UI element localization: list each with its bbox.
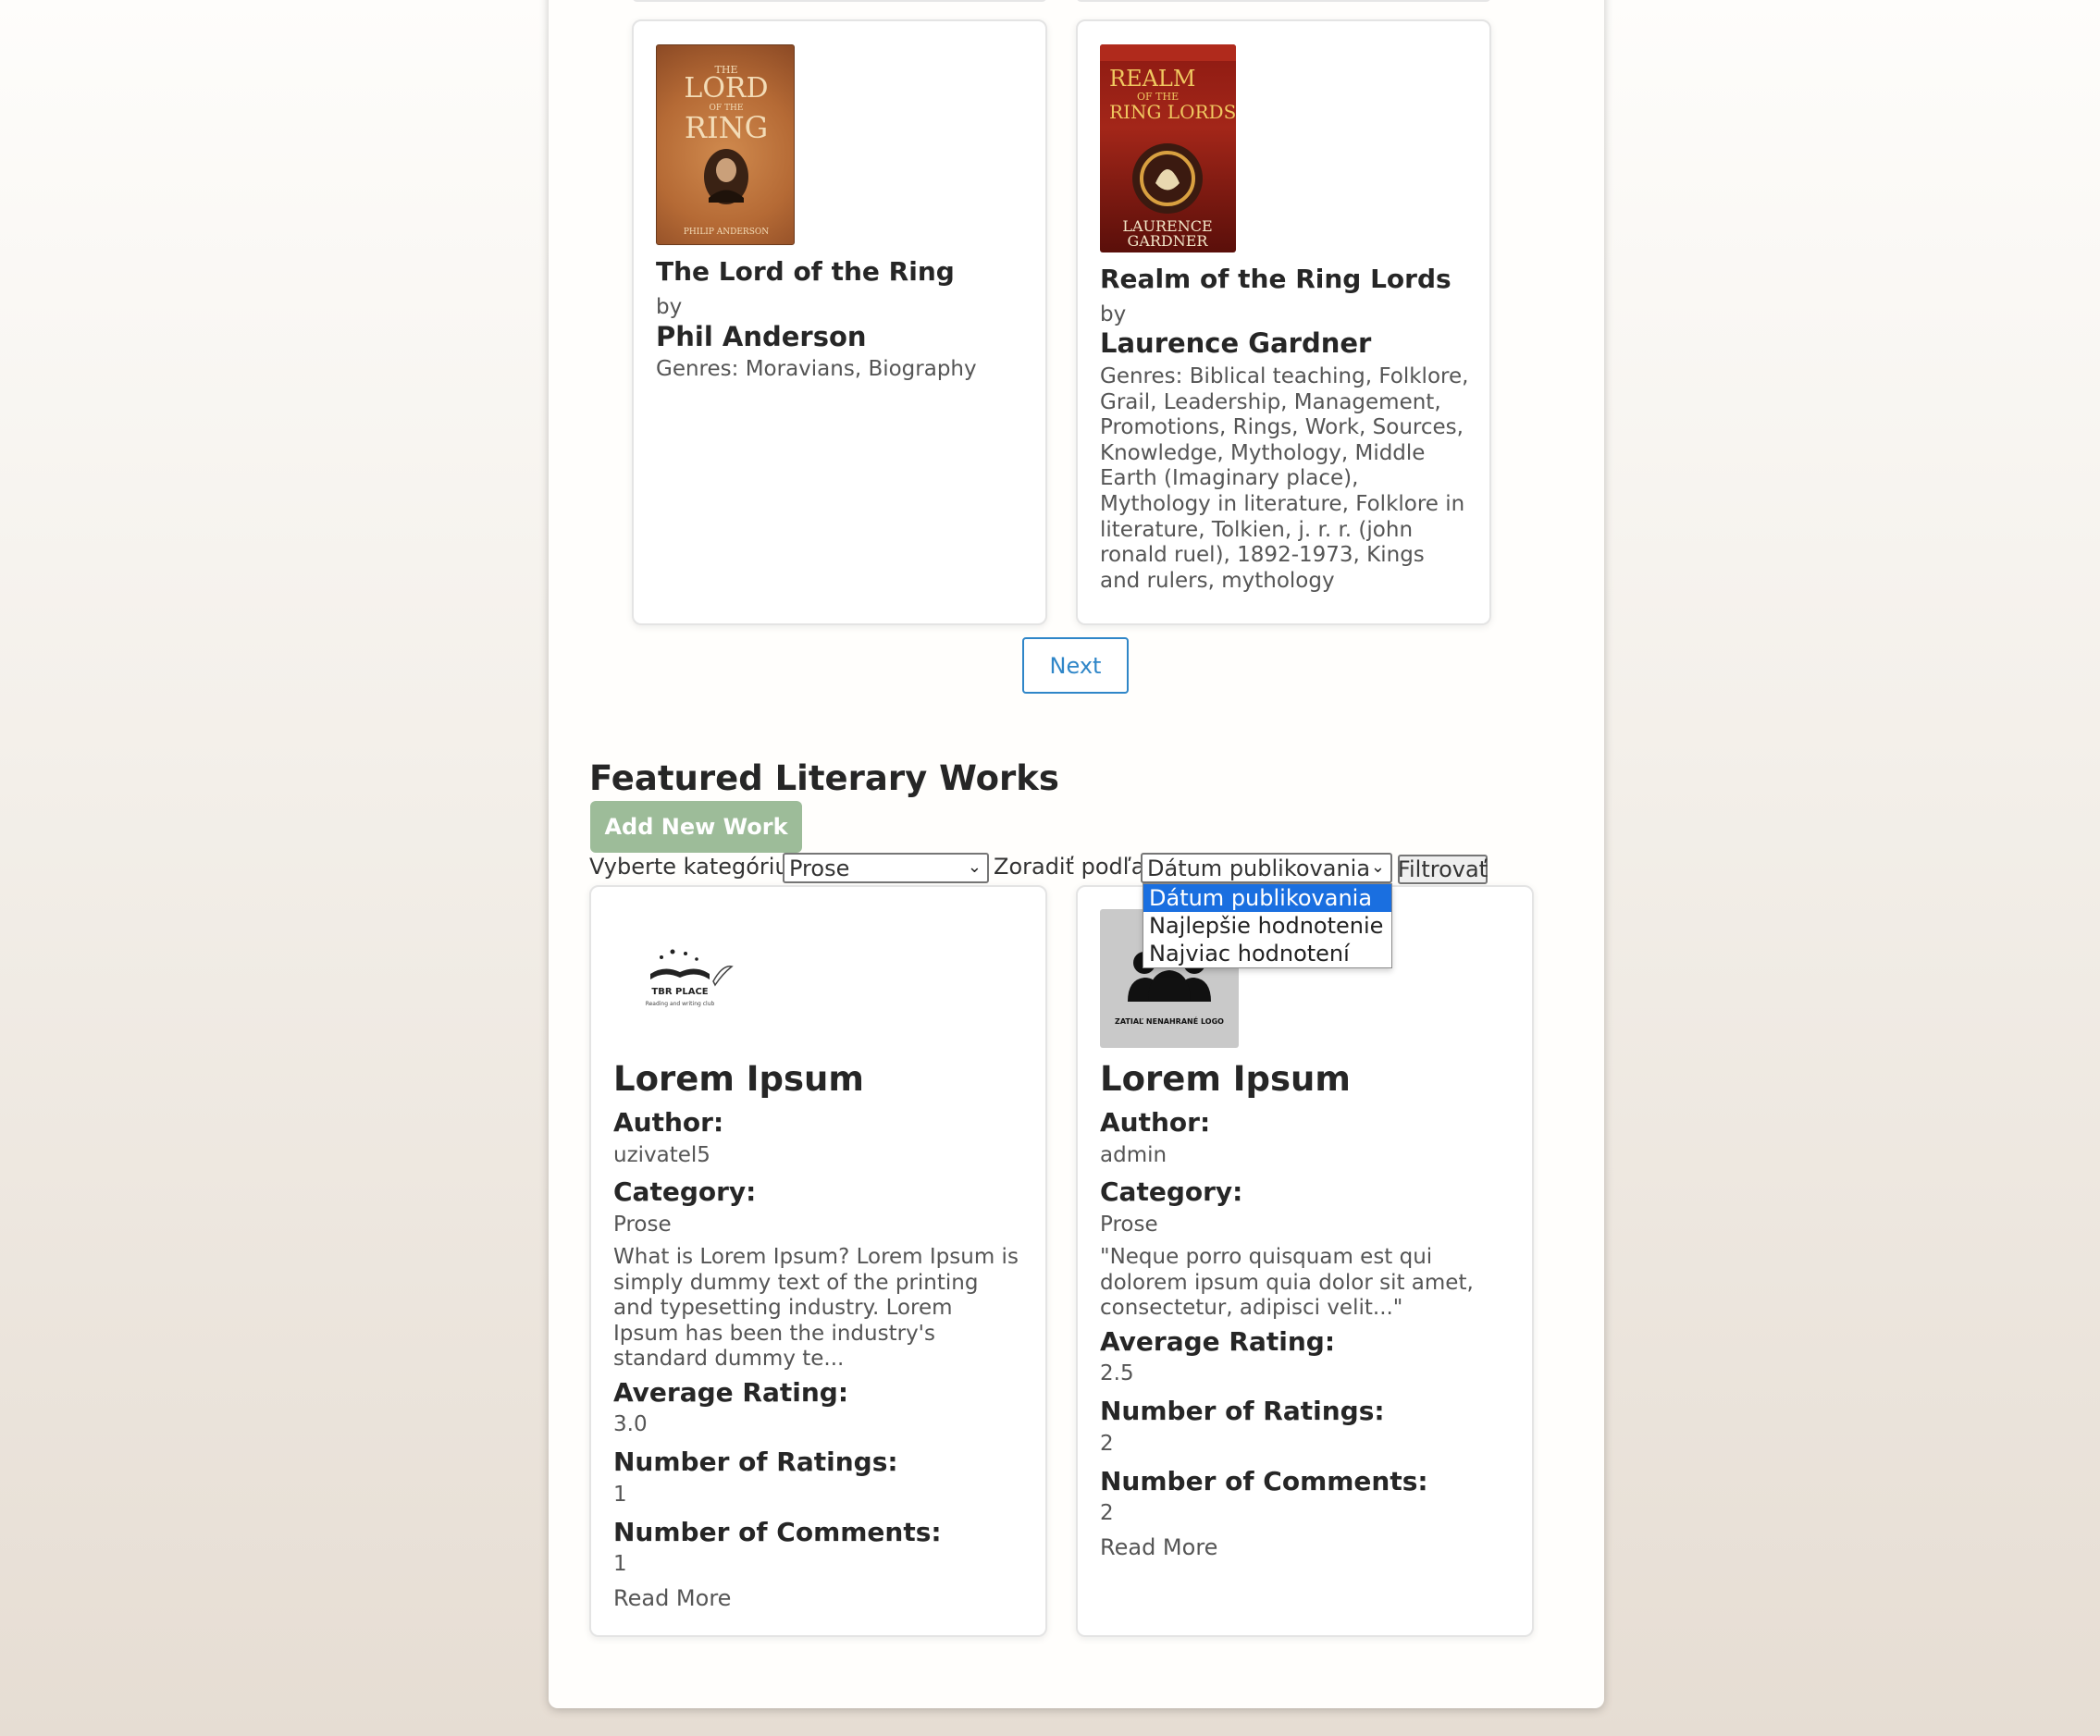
- book-cover-image: THE LORD OF THE RING PHILIP ANDERSON: [656, 44, 795, 245]
- work-category: Prose: [1100, 1213, 1158, 1237]
- book-card[interactable]: THE LORD OF THE RING PHILIP ANDERSON The…: [632, 19, 1047, 625]
- book-card[interactable]: REALM OF THE RING LORDS LAURENCE GARDNER…: [1076, 19, 1491, 625]
- logo-text: TBR PLACE: [651, 987, 708, 997]
- sort-select-value: Dátum publikovania: [1147, 855, 1371, 881]
- author-label: Author:: [1100, 1107, 1211, 1138]
- author-label: Author:: [613, 1107, 724, 1138]
- average-rating-label: Average Rating:: [1100, 1326, 1336, 1357]
- by-label: by: [1100, 302, 1127, 326]
- work-card[interactable]: ZATIAĽ NENAHRANÉ LOGO Lorem Ipsum Author…: [1076, 885, 1534, 1637]
- read-more-link[interactable]: Read More: [613, 1585, 731, 1611]
- add-new-work-button[interactable]: Add New Work: [590, 801, 802, 853]
- work-category: Prose: [613, 1213, 672, 1237]
- category-label: Category:: [613, 1176, 757, 1207]
- number-of-ratings-label: Number of Ratings:: [1100, 1396, 1385, 1426]
- work-logo: TBR PLACE Reading and writing club: [613, 909, 752, 1048]
- chevron-down-icon: ⌄: [1370, 857, 1385, 877]
- work-description: "Neque porro quisquam est qui dolorem ip…: [1100, 1245, 1474, 1321]
- category-select[interactable]: Prose ⌄: [783, 853, 989, 883]
- previous-card-edge: [1076, 0, 1491, 2]
- work-card[interactable]: TBR PLACE Reading and writing club Lorem…: [589, 885, 1047, 1637]
- cover-text: REALM: [1109, 66, 1195, 92]
- sort-select-label: Zoradiť podľa:: [994, 854, 1153, 880]
- filter-button[interactable]: Filtrovať: [1398, 855, 1488, 884]
- book-cover-image: REALM OF THE RING LORDS LAURENCE GARDNER: [1100, 44, 1236, 252]
- number-of-ratings-value: 2: [1100, 1432, 1114, 1456]
- cover-text: LORD: [684, 72, 768, 105]
- read-more-link[interactable]: Read More: [1100, 1534, 1217, 1560]
- average-rating-label: Average Rating:: [613, 1377, 849, 1408]
- work-description: What is Lorem Ipsum? Lorem Ipsum is simp…: [613, 1245, 1019, 1372]
- by-label: by: [656, 295, 683, 319]
- number-of-ratings-label: Number of Ratings:: [613, 1447, 898, 1477]
- work-author: uzivatel5: [613, 1143, 710, 1167]
- work-title: Lorem Ipsum: [613, 1059, 864, 1099]
- book-title[interactable]: The Lord of the Ring: [656, 256, 955, 287]
- category-select-value: Prose: [789, 855, 850, 881]
- logo-text: ZATIAĽ NENAHRANÉ LOGO: [1115, 1016, 1224, 1026]
- sort-option[interactable]: Dátum publikovania: [1143, 884, 1391, 912]
- number-of-comments-label: Number of Comments:: [1100, 1466, 1428, 1496]
- cover-text: GARDNER: [1128, 232, 1209, 250]
- cover-text: RING LORDS: [1109, 101, 1236, 123]
- category-select-label: Vyberte kategóriu:: [589, 854, 797, 880]
- book-author: Laurence Gardner: [1100, 327, 1372, 359]
- average-rating-value: 3.0: [613, 1412, 648, 1436]
- number-of-comments-label: Number of Comments:: [613, 1517, 942, 1547]
- book-title[interactable]: Realm of the Ring Lords: [1100, 264, 1451, 294]
- work-title: Lorem Ipsum: [1100, 1059, 1351, 1099]
- category-label: Category:: [1100, 1176, 1243, 1207]
- number-of-ratings-value: 1: [613, 1483, 627, 1507]
- number-of-comments-value: 1: [613, 1552, 627, 1576]
- number-of-comments-value: 2: [1100, 1501, 1114, 1525]
- average-rating-value: 2.5: [1100, 1361, 1134, 1385]
- sort-option[interactable]: Najviac hodnotení: [1143, 940, 1391, 967]
- section-title: Featured Literary Works: [589, 758, 1059, 798]
- cover-text: RING: [685, 110, 768, 145]
- cover-text: PHILIP ANDERSON: [684, 228, 769, 237]
- book-author: Phil Anderson: [656, 321, 867, 352]
- logo-subtext: Reading and writing club: [646, 1001, 715, 1007]
- sort-option[interactable]: Najlepšie hodnotenie: [1143, 912, 1391, 940]
- book-genres: Genres: Biblical teaching, Folklore, Gra…: [1100, 364, 1469, 593]
- book-genres: Genres: Moravians, Biography: [656, 357, 977, 381]
- previous-card-edge: [632, 0, 1047, 2]
- work-author: admin: [1100, 1143, 1167, 1167]
- sort-select[interactable]: Dátum publikovania ⌄: [1141, 853, 1392, 883]
- next-page-button[interactable]: Next: [1022, 637, 1129, 694]
- sort-dropdown-list: Dátum publikovania Najlepšie hodnotenie …: [1143, 883, 1392, 968]
- chevron-down-icon: ⌄: [967, 857, 982, 877]
